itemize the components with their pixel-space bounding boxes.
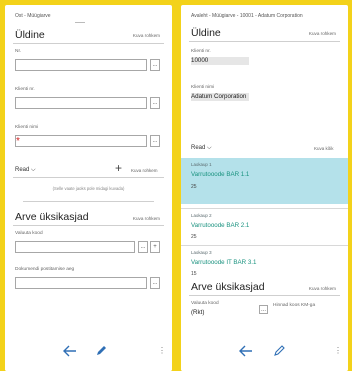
- line-item-quantity: 15: [191, 271, 197, 277]
- customer-no-label: Klienti nr.: [15, 87, 35, 92]
- pencil-edit-icon[interactable]: [95, 344, 108, 357]
- general-section-title: Üldine: [15, 29, 45, 41]
- line-item-category: Laokaup 2: [191, 213, 212, 218]
- invoice-details-title: Arve üksikasjad: [191, 281, 265, 293]
- required-indicator: *: [16, 136, 20, 147]
- add-line-button[interactable]: +: [115, 162, 122, 174]
- section-divider: [13, 177, 164, 178]
- lines-show-more-link[interactable]: Kuva rohkem: [131, 168, 158, 173]
- line-item-title[interactable]: Varrutooode BAR 2.1: [191, 222, 249, 229]
- bottom-action-bar: ⋮: [181, 333, 348, 371]
- line-item-title[interactable]: Varrutooode BAR 1.1: [191, 171, 249, 178]
- line-item-title[interactable]: Varrutooode IT BAR 3.1: [191, 259, 256, 266]
- general-show-more-link[interactable]: Kuva rohkem: [133, 33, 160, 38]
- customer-name-label: Klienti nimi: [191, 85, 215, 90]
- bottom-action-bar: ⋮: [5, 333, 172, 371]
- back-arrow-icon[interactable]: [63, 345, 77, 357]
- invoice-show-more-link[interactable]: Kuva rohkem: [133, 216, 160, 221]
- line-divider: [181, 245, 348, 246]
- currency-lookup-button[interactable]: ...: [259, 305, 268, 314]
- pencil-edit-icon[interactable]: [273, 344, 286, 357]
- breadcrumb: Avaleht - Müügiarve - 10001 - Adatum Cor…: [191, 13, 303, 19]
- customer-no-label: Klienti nr.: [191, 49, 211, 54]
- section-divider: [23, 201, 154, 202]
- breadcrumb-divider: [75, 22, 85, 23]
- number-lookup-button[interactable]: ...: [150, 59, 160, 71]
- currency-label: Valuuta kood: [191, 301, 219, 306]
- phone-screen-left: Ost - Müügiarve Üldine Kuva rohkem Nr. .…: [5, 5, 172, 371]
- customer-name-label: Klienti nimi: [15, 125, 39, 130]
- posting-time-input[interactable]: [15, 277, 147, 289]
- breadcrumb: Ost - Müügiarve: [15, 13, 51, 19]
- line-divider: [181, 208, 348, 209]
- more-vertical-icon[interactable]: ⋮: [334, 347, 342, 355]
- section-divider: [13, 43, 164, 44]
- line-item-quantity: 25: [191, 234, 197, 240]
- section-divider: [13, 225, 164, 226]
- more-vertical-icon[interactable]: ⋮: [158, 347, 166, 355]
- customer-name-value: Adatum Corporation: [191, 93, 247, 100]
- number-input[interactable]: [15, 59, 147, 71]
- currency-add-button[interactable]: +: [150, 241, 160, 253]
- general-show-more-link[interactable]: Kuva rohkem: [309, 31, 336, 36]
- customer-no-input[interactable]: [15, 97, 147, 109]
- line-item-category: Laokaup 3: [191, 250, 212, 255]
- lines-section-toggle[interactable]: Read ⌵: [191, 145, 212, 152]
- currency-label: Valuuta kood: [15, 231, 43, 236]
- field-number-label: Nr.: [15, 49, 22, 54]
- currency-lookup-button[interactable]: ...: [138, 241, 148, 253]
- customer-name-input[interactable]: [15, 135, 147, 147]
- general-section-title: Üldine: [191, 27, 221, 39]
- invoice-show-more-link[interactable]: Kuva rohkem: [309, 286, 336, 291]
- back-arrow-icon[interactable]: [239, 345, 253, 357]
- customer-no-lookup-button[interactable]: ...: [150, 97, 160, 109]
- invoice-details-title: Arve üksikasjad: [15, 211, 89, 223]
- empty-lines-note: (Selle vaate jaoks pole midagi kuvada): [52, 186, 125, 191]
- prices-incl-vat-label: Hinnad koos KM-ga: [273, 303, 316, 308]
- customer-name-lookup-button[interactable]: ...: [150, 135, 160, 147]
- posting-time-lookup-button[interactable]: ...: [150, 277, 160, 289]
- lines-show-all-link[interactable]: Kuva kõik: [314, 146, 334, 151]
- lines-section-toggle[interactable]: Read ⌵: [15, 167, 36, 174]
- line-item-quantity: 25: [191, 184, 197, 190]
- line-item-category: Laokaup 1: [191, 162, 212, 167]
- section-divider: [189, 295, 340, 296]
- section-divider: [189, 41, 340, 42]
- currency-value: (Rkt): [191, 309, 205, 316]
- currency-input[interactable]: [15, 241, 135, 253]
- phone-screen-right: Avaleht - Müügiarve - 10001 - Adatum Cor…: [181, 5, 348, 371]
- customer-no-value: 10000: [191, 57, 209, 64]
- posting-time-label: Dokumendi postitamise aeg: [15, 267, 75, 272]
